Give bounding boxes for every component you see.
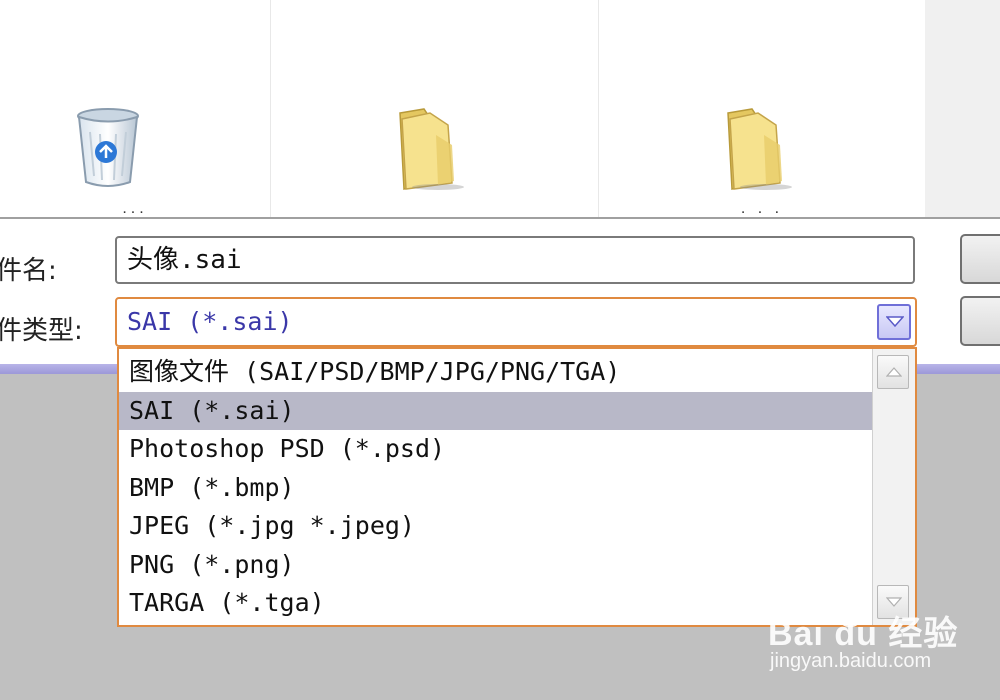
watermark-logo-text: Bai du 经验 [768,615,959,653]
save-button[interactable] [960,234,1000,284]
file-item-label: ... [122,200,148,217]
watermark-url: jingyan.baidu.com [770,650,932,672]
filename-label: 件名: [0,256,57,286]
chevron-up-icon [886,367,902,377]
dropdown-option[interactable]: BMP (*.bmp) [119,469,873,508]
filetype-selected-value: SAI (*.sai) [127,307,293,336]
recycle-bin-icon [77,108,139,187]
filetype-select[interactable]: SAI (*.sai) [115,297,917,347]
dropdown-option[interactable]: TARGA (*.tga) [119,584,873,623]
scroll-up-button[interactable] [877,355,909,389]
filetype-dropdown-list[interactable]: 图像文件 (SAI/PSD/BMP/JPG/PNG/TGA) SAI (*.sa… [117,347,917,627]
dropdown-option[interactable]: JPEG (*.jpg *.jpeg) [119,507,873,546]
dropdown-options: 图像文件 (SAI/PSD/BMP/JPG/PNG/TGA) SAI (*.sa… [119,353,873,623]
dropdown-arrow-button[interactable] [877,304,911,340]
filename-input[interactable]: 头像.sai [115,236,915,284]
dropdown-option[interactable]: 图像文件 (SAI/PSD/BMP/JPG/PNG/TGA) [119,353,873,392]
file-item-recycle-bin[interactable]: ... [0,0,271,217]
dropdown-scrollbar[interactable] [872,349,915,625]
baidu-watermark: Bai du 经验 jingyan.baidu.com [768,592,968,686]
dropdown-option[interactable]: Photoshop PSD (*.psd) [119,430,873,469]
filetype-label: 件类型: [0,316,83,346]
file-item-label: . . . [740,200,784,217]
folder-icon [727,108,792,190]
file-item-folder[interactable] [271,0,599,217]
file-browser: ... . . . [0,0,1000,217]
folder-icon [399,108,464,190]
file-item-folder[interactable]: . . . [599,0,926,217]
browser-scroll-area [925,0,1000,217]
dropdown-option[interactable]: PNG (*.png) [119,546,873,585]
chevron-down-icon [886,316,904,328]
dropdown-option-selected[interactable]: SAI (*.sai) [119,391,873,430]
cancel-button[interactable] [960,296,1000,346]
